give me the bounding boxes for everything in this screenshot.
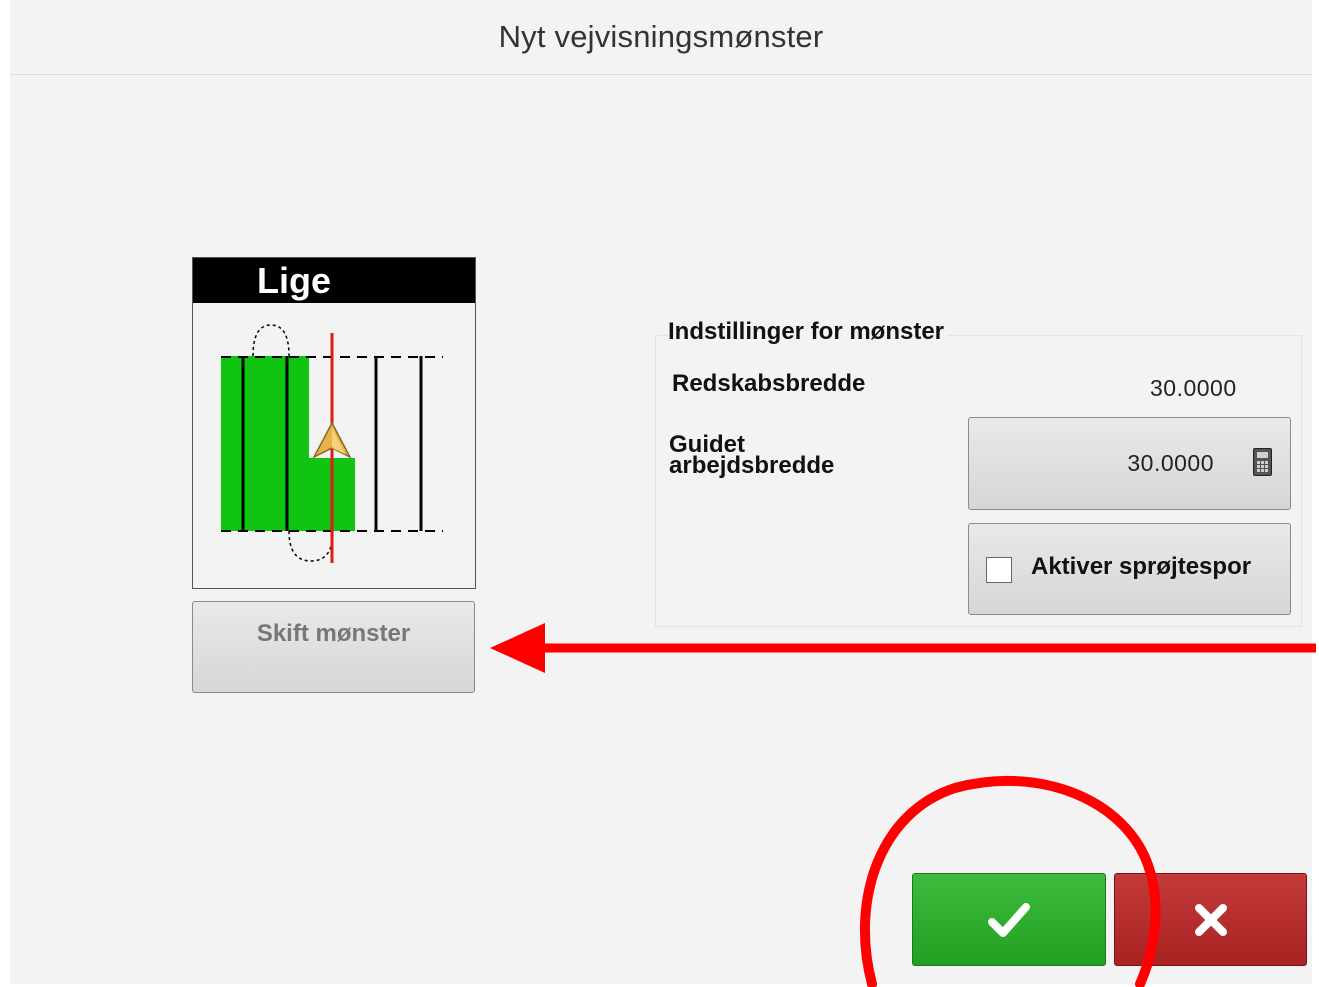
implement-width-value: 30.0000 — [1150, 375, 1237, 401]
spray-track-checkbox[interactable] — [986, 557, 1012, 583]
change-pattern-label: Skift mønster — [256, 620, 411, 647]
guided-width-label: Guidet arbejdsbredde — [669, 431, 835, 479]
spray-track-toggle[interactable]: Aktiver sprøjtespor — [968, 523, 1291, 615]
straight-pattern-icon — [221, 324, 443, 563]
pattern-name: Lige — [257, 259, 332, 301]
pattern-settings-title: Indstillinger for mønster — [668, 318, 949, 346]
change-pattern-button[interactable]: Skift mønster — [192, 601, 475, 693]
calculator-icon — [1253, 448, 1272, 476]
spray-track-label: Aktiver sprøjtespor — [1031, 553, 1252, 580]
guidance-pattern-dialog: Nyt vejvisningsmønster Lige Skift mønste… — [10, 0, 1312, 984]
pattern-preview: Lige — [192, 257, 476, 589]
guided-width-value: 30.0000 — [1127, 450, 1214, 476]
implement-width-label: Redskabsbredde — [672, 370, 866, 397]
close-icon — [1194, 903, 1227, 936]
cancel-button[interactable] — [1114, 873, 1307, 966]
pattern-name-header: Lige — [193, 258, 475, 303]
guided-width-field[interactable]: 30.0000 — [968, 417, 1291, 510]
dialog-title: Nyt vejvisningsmønster — [498, 19, 824, 54]
confirm-button[interactable] — [912, 873, 1106, 966]
dialog-header: Nyt vejvisningsmønster — [10, 0, 1312, 75]
checkmark-icon — [988, 902, 1030, 937]
